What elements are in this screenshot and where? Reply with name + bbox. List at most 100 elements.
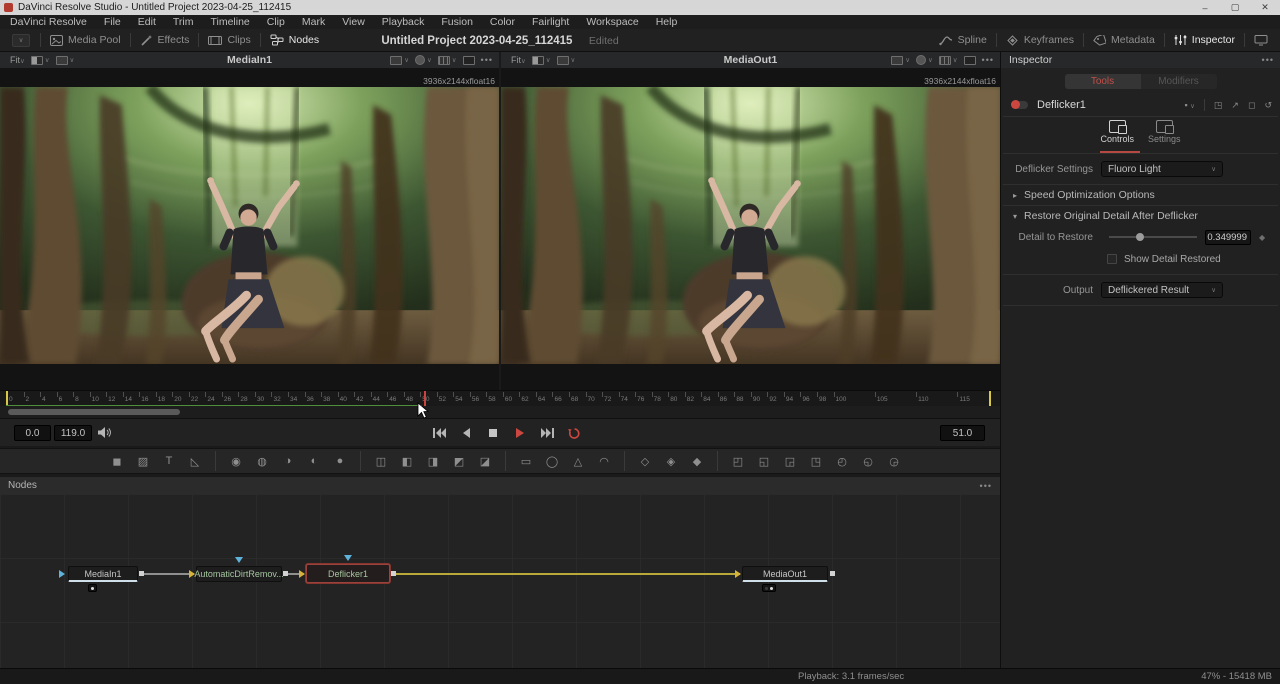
range-start-field[interactable]: 0.0 xyxy=(14,425,51,441)
node-graph-canvas[interactable]: MediaIn1AutomaticDirtRemov...Deflicker1M… xyxy=(0,494,1000,668)
menu-clip[interactable]: Clip xyxy=(267,16,285,28)
expand-viewer-button[interactable] xyxy=(964,56,976,65)
speed-optimization-section[interactable]: ▸ Speed Optimization Options xyxy=(1001,185,1280,205)
range-start-marker[interactable] xyxy=(6,391,8,406)
merge3d-icon[interactable]: ◰ xyxy=(725,451,751,471)
play-reverse-button[interactable] xyxy=(457,424,475,442)
audio-mute-icon[interactable] xyxy=(97,426,111,439)
tab-modifiers[interactable]: Modifiers xyxy=(1141,74,1217,89)
node-output-socket[interactable] xyxy=(391,571,396,576)
rectangle-mask-icon[interactable]: ▭ xyxy=(513,451,539,471)
menu-edit[interactable]: Edit xyxy=(138,16,156,28)
media-pool-button[interactable]: Media Pool xyxy=(41,29,130,51)
resize-icon[interactable]: ◩ xyxy=(446,451,472,471)
node-enable-toggle[interactable] xyxy=(1011,101,1028,109)
node-automaticdirtremov[interactable]: AutomaticDirtRemov... xyxy=(196,566,282,582)
collapse-toolbar-button[interactable]: ∨ xyxy=(12,34,30,47)
menu-davinci-resolve[interactable]: DaVinci Resolve xyxy=(10,16,87,28)
menu-help[interactable]: Help xyxy=(656,16,678,28)
renderer3d-icon[interactable]: ◶ xyxy=(881,451,907,471)
text-icon[interactable]: T xyxy=(156,451,182,471)
node-output-socket[interactable] xyxy=(139,571,144,576)
polygon-mask-icon[interactable]: △ xyxy=(565,451,591,471)
nodes-panel-options-menu[interactable]: ••• xyxy=(980,481,992,491)
detail-to-restore-value[interactable]: 0.349999 xyxy=(1205,230,1251,245)
node-deflicker1[interactable]: Deflicker1 xyxy=(306,564,390,583)
viewer-left-options-menu[interactable]: ••• xyxy=(481,55,493,65)
imageplane3d-icon[interactable]: ◳ xyxy=(803,451,829,471)
clean-feed-button[interactable] xyxy=(1245,29,1280,51)
buffer-ab-dropdown[interactable]: ∨ xyxy=(532,56,551,65)
metadata-button[interactable]: Metadata xyxy=(1084,29,1164,51)
light3d-icon[interactable]: ◵ xyxy=(855,451,881,471)
reset-icon[interactable]: ↺ xyxy=(1264,100,1272,111)
close-button[interactable]: ✕ xyxy=(1250,0,1280,15)
menu-timeline[interactable]: Timeline xyxy=(210,16,249,28)
range-end-field[interactable]: 119.0 xyxy=(54,425,92,441)
viewer-right-options-menu[interactable]: ••• xyxy=(982,55,994,65)
channel-dropdown[interactable]: ∨ xyxy=(891,56,910,65)
transform-icon[interactable]: ◪ xyxy=(472,451,498,471)
stop-button[interactable] xyxy=(484,424,502,442)
timeline-scrollbar[interactable] xyxy=(8,409,180,415)
planartracker-icon[interactable]: ◈ xyxy=(658,451,684,471)
output-dropdown[interactable]: Deflickered Result ∨ xyxy=(1101,282,1223,298)
text3d-icon[interactable]: ◲ xyxy=(777,451,803,471)
color-management-dropdown[interactable]: ∨ xyxy=(916,55,933,65)
zoom-fit-dropdown[interactable]: Fit∨ xyxy=(10,55,25,65)
subtab-settings[interactable]: Settings xyxy=(1148,120,1181,144)
menu-trim[interactable]: Trim xyxy=(173,16,194,28)
go-to-end-button[interactable] xyxy=(538,424,556,442)
colorcurves-icon[interactable]: ◍ xyxy=(249,451,275,471)
go-to-start-button[interactable] xyxy=(430,424,448,442)
color-management-dropdown[interactable]: ∨ xyxy=(415,55,432,65)
node-mediain1[interactable]: MediaIn1 xyxy=(68,566,138,582)
loop-button[interactable] xyxy=(565,424,583,442)
buffer-ab-dropdown[interactable]: ∨ xyxy=(31,56,50,65)
shape3d-icon[interactable]: ◱ xyxy=(751,451,777,471)
tracker-icon[interactable]: ◇ xyxy=(632,451,658,471)
current-frame-field[interactable]: 51.0 xyxy=(940,425,985,441)
timeline-ruler[interactable]: 0246810121416182022242628303234363840424… xyxy=(0,390,1000,406)
pin-icon[interactable]: ↗ xyxy=(1231,100,1239,111)
restore-button[interactable]: ▢ xyxy=(1220,0,1250,15)
minimize-button[interactable]: – xyxy=(1190,0,1220,15)
menu-workspace[interactable]: Workspace xyxy=(586,16,638,28)
range-end-marker[interactable] xyxy=(989,391,991,406)
blur-icon[interactable]: ● xyxy=(327,451,353,471)
detail-to-restore-slider[interactable] xyxy=(1109,236,1197,238)
node-output-socket[interactable] xyxy=(283,571,288,576)
node-mask-input-icon[interactable] xyxy=(235,557,243,563)
clips-button[interactable]: Clips xyxy=(199,29,259,51)
menu-color[interactable]: Color xyxy=(490,16,515,28)
inspector-options-menu[interactable]: ••• xyxy=(1262,55,1274,65)
node-output-socket[interactable] xyxy=(830,571,835,576)
fastnoise-icon[interactable]: ▨ xyxy=(130,451,156,471)
bspline-mask-icon[interactable]: ◠ xyxy=(591,451,617,471)
tab-tools[interactable]: Tools xyxy=(1065,74,1141,89)
inspector-button[interactable]: Inspector xyxy=(1165,29,1244,51)
subview-dropdown[interactable]: ∨ xyxy=(56,56,75,65)
show-detail-checkbox[interactable] xyxy=(1107,254,1117,264)
zoom-fit-dropdown[interactable]: Fit∨ xyxy=(511,55,526,65)
node-connection[interactable] xyxy=(392,573,740,575)
lock-icon[interactable]: ◻ xyxy=(1248,100,1255,111)
guides-dropdown[interactable]: ∨ xyxy=(438,56,457,65)
window-titlebar[interactable]: DaVinci Resolve Studio - Untitled Projec… xyxy=(0,0,1280,15)
background-icon[interactable]: ◼ xyxy=(104,451,130,471)
menu-fairlight[interactable]: Fairlight xyxy=(532,16,569,28)
keyframes-button[interactable]: Keyframes xyxy=(997,29,1083,51)
menu-view[interactable]: View xyxy=(342,16,365,28)
menu-playback[interactable]: Playback xyxy=(382,16,425,28)
menu-file[interactable]: File xyxy=(104,16,121,28)
planartransform-icon[interactable]: ◆ xyxy=(684,451,710,471)
spline-button[interactable]: Spline xyxy=(930,29,996,51)
nodes-button[interactable]: Nodes xyxy=(261,29,328,51)
ellipse-mask-icon[interactable]: ◯ xyxy=(539,451,565,471)
huecurves-icon[interactable]: ◑ xyxy=(275,451,301,471)
deflicker-settings-dropdown[interactable]: Fluoro Light ∨ xyxy=(1101,161,1223,177)
guides-dropdown[interactable]: ∨ xyxy=(939,56,958,65)
node-mask-input-icon[interactable] xyxy=(344,555,352,561)
effects-button[interactable]: Effects xyxy=(131,29,199,51)
versions-icon[interactable]: ◳ xyxy=(1214,100,1223,111)
